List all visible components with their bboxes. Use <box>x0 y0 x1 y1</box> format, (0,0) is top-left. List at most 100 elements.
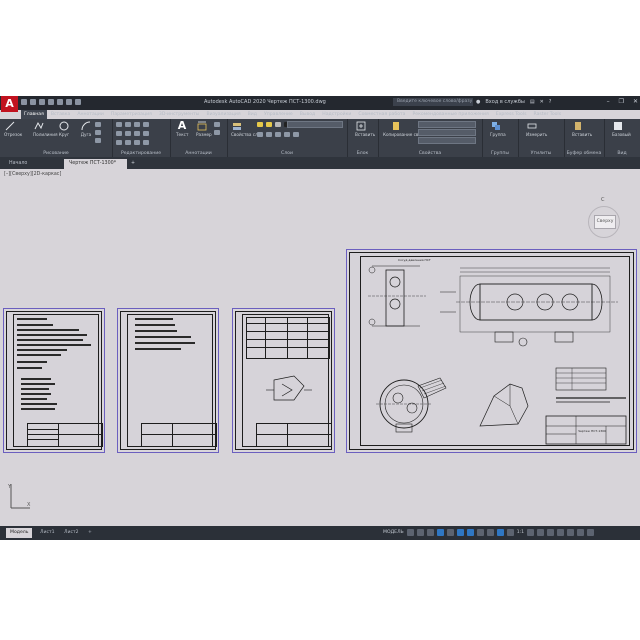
save-as-icon[interactable] <box>48 99 54 105</box>
circle-tool[interactable]: Круг <box>58 121 70 137</box>
group-tool[interactable]: Группа <box>490 121 506 137</box>
ribbon-tab[interactable]: Рекомендованные приложения <box>410 110 492 119</box>
user-icon[interactable]: ● <box>476 99 480 105</box>
exchange-icon[interactable]: ✕ <box>540 99 544 105</box>
ribbon-tab[interactable]: 3D-инструменты <box>156 110 203 119</box>
undo-icon[interactable] <box>66 99 72 105</box>
layer-iso-icon[interactable] <box>266 132 272 137</box>
search-input[interactable]: Введите ключевое слово/фразу <box>393 98 473 106</box>
units-icon[interactable] <box>547 529 555 536</box>
scale-icon[interactable] <box>125 140 131 145</box>
copy-icon[interactable] <box>116 131 122 136</box>
color-dropdown[interactable] <box>418 121 476 128</box>
save-icon[interactable] <box>39 99 45 105</box>
sign-in-link[interactable]: Вход в службы <box>485 99 524 105</box>
print-icon[interactable] <box>57 99 63 105</box>
measure-tool[interactable]: Измерить <box>526 121 547 137</box>
lock-icon[interactable] <box>275 122 281 127</box>
drawing-sheet-3[interactable] <box>232 308 335 453</box>
otrack-icon[interactable] <box>466 529 474 536</box>
model-space-label[interactable]: МОДЕЛЬ <box>383 530 404 535</box>
drawing-sheet-1[interactable] <box>3 308 105 453</box>
insert-block-tool[interactable]: Вставить <box>355 121 375 137</box>
restore-icon[interactable]: ❐ <box>619 98 624 105</box>
fillet-icon[interactable] <box>134 131 140 136</box>
ellipse-icon[interactable] <box>95 138 101 143</box>
selection-cycling-icon[interactable] <box>496 529 504 536</box>
ribbon-tab[interactable]: Express Tools <box>493 110 530 119</box>
line-tool[interactable]: Отрезок <box>4 121 22 137</box>
minimize-icon[interactable]: – <box>607 98 610 105</box>
modify-more-icon[interactable] <box>143 122 149 127</box>
transparency-icon[interactable] <box>486 529 494 536</box>
layer-freeze-icon[interactable] <box>284 132 290 137</box>
sun-icon[interactable] <box>266 122 272 127</box>
offset-icon[interactable] <box>143 140 149 145</box>
workspace-icon[interactable] <box>527 529 535 536</box>
new-icon[interactable] <box>21 99 27 105</box>
close-icon[interactable]: ✕ <box>633 98 638 105</box>
osnap-icon[interactable] <box>456 529 464 536</box>
hatch-icon[interactable] <box>95 130 101 135</box>
ribbon-tab[interactable]: Аннотации <box>74 110 107 119</box>
linetype-dropdown[interactable] <box>418 129 476 136</box>
explode-icon[interactable] <box>143 131 149 136</box>
ribbon-tab[interactable]: Вывод <box>297 110 318 119</box>
trim-icon[interactable] <box>134 122 140 127</box>
rotate-icon[interactable] <box>125 122 131 127</box>
tab-add-layout[interactable]: + <box>84 528 96 538</box>
leader-icon[interactable] <box>214 122 220 127</box>
stretch-icon[interactable] <box>116 140 122 145</box>
lineweight-dropdown[interactable] <box>418 137 476 144</box>
polyline-tool[interactable]: Полилиния <box>33 121 58 137</box>
tab-layout1[interactable]: Лист1 <box>36 528 59 538</box>
layer-off-icon[interactable] <box>275 132 281 137</box>
tab-drawing[interactable]: Чертеж ПСТ-1300* <box>64 159 127 169</box>
isolate-icon[interactable] <box>557 529 565 536</box>
drawing-sheet-2[interactable] <box>117 308 219 453</box>
bulb-icon[interactable] <box>257 122 263 127</box>
mirror-icon[interactable] <box>125 131 131 136</box>
clean-screen-icon[interactable] <box>577 529 585 536</box>
isodraft-icon[interactable] <box>446 529 454 536</box>
match-properties-tool[interactable]: Копирование свойств <box>383 121 431 137</box>
new-tab-button[interactable]: + <box>126 159 139 169</box>
tab-layout2[interactable]: Лист2 <box>60 528 83 538</box>
rectangle-icon[interactable] <box>95 122 101 127</box>
ribbon-tab[interactable]: Совместная работа <box>355 110 408 119</box>
ribbon-tab[interactable]: Надстройки <box>319 110 354 119</box>
base-tool[interactable]: Базовый <box>612 121 631 137</box>
array-icon[interactable] <box>134 140 140 145</box>
polar-icon[interactable] <box>436 529 444 536</box>
ortho-icon[interactable] <box>426 529 434 536</box>
snap-icon[interactable] <box>416 529 424 536</box>
grid-icon[interactable] <box>406 529 414 536</box>
layer-match-icon[interactable] <box>257 132 263 137</box>
ribbon-tab[interactable]: Вставка <box>48 110 73 119</box>
ribbon-tab[interactable]: Визуализация <box>203 110 243 119</box>
layer-lock-icon[interactable] <box>293 132 299 137</box>
annotation-visibility-icon[interactable] <box>506 529 514 536</box>
layer-properties-tool[interactable]: Свойства слоя <box>231 121 263 137</box>
lineweight-icon[interactable] <box>476 529 484 536</box>
cart-icon[interactable]: ▤ <box>530 99 535 105</box>
tab-start[interactable]: Начало <box>4 159 59 169</box>
hardware-accel-icon[interactable] <box>567 529 575 536</box>
drawing-sheet-4[interactable]: Сосуд давления ПСТ Чертеж ПСТ-1300 <box>346 249 637 453</box>
tab-model[interactable]: Модель <box>6 528 33 538</box>
table-icon[interactable] <box>214 130 220 135</box>
app-logo[interactable]: A <box>1 96 18 112</box>
arc-tool[interactable]: Дуга <box>80 121 92 137</box>
annomonitor-icon[interactable] <box>537 529 545 536</box>
redo-icon[interactable] <box>75 99 81 105</box>
ribbon-tab[interactable]: Управление <box>261 110 296 119</box>
ribbon-tab[interactable]: Вид <box>245 110 260 119</box>
annotation-scale[interactable]: 1:1 <box>517 530 524 535</box>
ribbon-tab[interactable]: Raster Tools <box>531 110 565 119</box>
viewcube-face[interactable]: Сверху <box>594 215 616 229</box>
move-icon[interactable] <box>116 122 122 127</box>
layer-dropdown[interactable] <box>287 121 343 128</box>
ribbon-tab[interactable]: Параметризация <box>108 110 155 119</box>
open-icon[interactable] <box>30 99 36 105</box>
text-tool[interactable]: A Текст <box>176 120 188 137</box>
